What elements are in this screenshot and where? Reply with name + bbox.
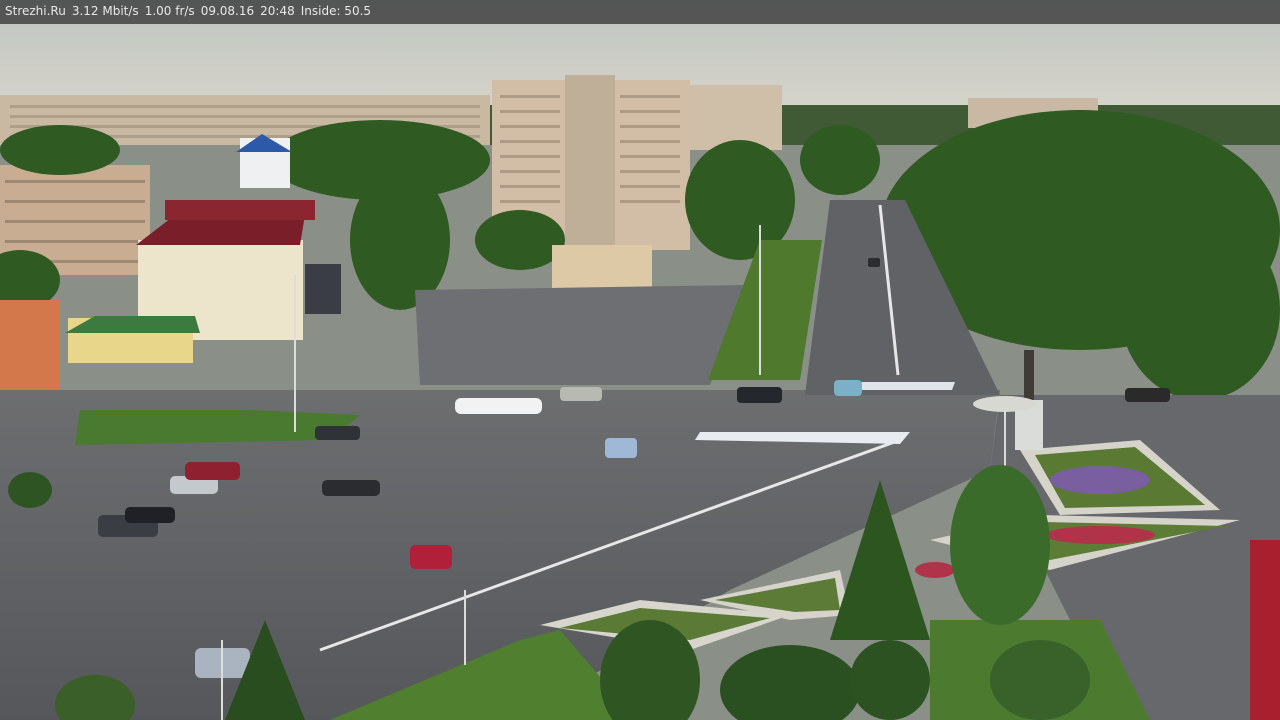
car-dark-2: [315, 426, 360, 440]
camera-frame: Strezhi.Ru 3.12 Mbit/s 1.00 fr/s 09.08.16 20…: [0, 0, 1280, 720]
parking-plaza: [415, 285, 745, 385]
car-dark-1: [322, 480, 380, 496]
car-dark-6: [1125, 388, 1170, 402]
car-dark-5: [737, 387, 782, 403]
low-building: [552, 245, 652, 291]
car-light: [560, 387, 602, 401]
city-square-webcam-view: [0, 0, 1280, 720]
framerate-label: 1.00 fr/s: [144, 4, 195, 18]
car-red-2: [185, 462, 240, 480]
car-dark-4: [125, 507, 175, 523]
site-label: Strezhi.Ru: [5, 4, 66, 18]
white-limousine: [455, 398, 542, 414]
red-roof-building: [136, 134, 315, 340]
car-far: [868, 258, 880, 267]
inside-temp-label: Inside: 50.5: [300, 4, 372, 18]
bitrate-label: 3.12 Mbit/s: [71, 4, 139, 18]
time-label: 20:48: [260, 4, 295, 18]
date-label: 09.08.16: [200, 4, 255, 18]
red-store-sign: [1250, 540, 1280, 720]
billboard: [305, 264, 341, 314]
car-teal: [834, 380, 862, 396]
car-red: [410, 545, 452, 569]
camera-info-overlay: Strezhi.Ru 3.12 Mbit/s 1.00 fr/s 09.08.16 20…: [0, 0, 1280, 24]
crosswalk-far: [850, 382, 955, 390]
car-blue: [605, 438, 637, 458]
